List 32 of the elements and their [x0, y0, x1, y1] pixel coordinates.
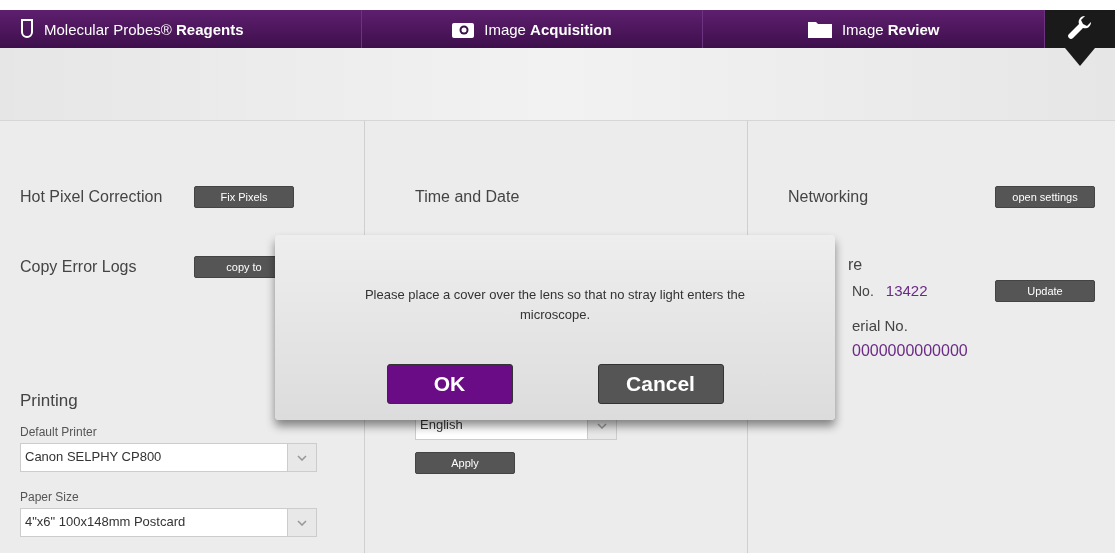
setting-label: Hot Pixel Correction: [20, 188, 163, 206]
apply-button[interactable]: Apply: [415, 452, 515, 474]
serial-number: 0000000000000: [851, 342, 969, 360]
section-title: Networking: [788, 188, 869, 206]
field-label: Default Printer: [20, 425, 98, 439]
tube-icon: [20, 19, 34, 39]
setting-label: Copy Error Logs: [20, 258, 137, 276]
tab-label: Molecular Probes® Reagents: [44, 20, 244, 38]
tab-label: Image Acquisition: [484, 20, 612, 38]
ok-button[interactable]: OK: [386, 364, 513, 404]
chevron-icon: [297, 454, 307, 461]
field-label: No.: [852, 283, 874, 299]
section-title: Time and Date: [415, 188, 520, 206]
cancel-button[interactable]: Cancel: [597, 364, 724, 404]
field-label: erial No.: [851, 317, 909, 334]
wrench-icon: [1067, 16, 1093, 42]
settings-tab[interactable]: [1045, 10, 1115, 48]
fix-pixels-button[interactable]: Fix Pixels: [194, 186, 294, 208]
section-title: re: [848, 256, 863, 274]
section-title: Printing: [20, 391, 79, 411]
update-button[interactable]: Update: [995, 280, 1095, 302]
dialog-message: Please place a cover over the lens so that no stray light enters the microscope.: [363, 286, 747, 324]
printer-select[interactable]: Canon SELPHY CP800: [20, 443, 317, 472]
paper-size-select[interactable]: 4"x6" 100x148mm Postcard: [20, 508, 317, 537]
chevron-icon: [597, 422, 607, 429]
open-settings-button[interactable]: open settings: [995, 186, 1095, 208]
field-label: Paper Size: [20, 490, 80, 504]
version-number: 13422: [885, 282, 928, 299]
camera-icon: [452, 20, 475, 38]
folder-icon: [807, 20, 832, 38]
tab-label: Image Review: [841, 20, 940, 38]
chevron-icon: [297, 519, 307, 526]
